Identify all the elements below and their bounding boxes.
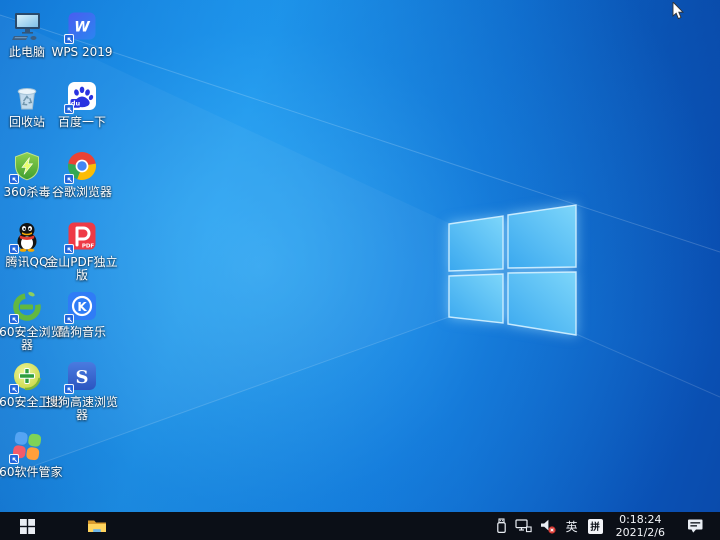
file-explorer-button[interactable] (74, 512, 120, 540)
windows-start-icon (20, 519, 35, 534)
shortcut-arrow-overlay (9, 454, 19, 464)
action-center-button[interactable] (683, 512, 708, 540)
desktop-icon-chrome[interactable]: 谷歌浏览器 (45, 150, 119, 199)
kugou-music-icon: K (66, 290, 98, 322)
desktop-icon-label: 回收站 (9, 116, 45, 129)
desktop-icon-label: 腾讯QQ (6, 256, 49, 269)
usb-device-tray-button[interactable] (492, 512, 511, 540)
desktop-icon-label: 谷歌浏览器 (52, 186, 112, 199)
svg-text:K: K (77, 300, 87, 314)
shortcut-arrow-overlay (9, 174, 19, 184)
desktop-icon-360-manager[interactable]: 360软件管家 (0, 430, 64, 479)
desktop-icon-baidu[interactable]: du 百度一下 (45, 80, 119, 129)
shortcut-arrow-overlay (64, 34, 74, 44)
shortcut-arrow-overlay (64, 314, 74, 324)
file-explorer-icon (87, 518, 107, 534)
recycle-bin-icon (11, 80, 43, 112)
desktop-icon-label: 360软件管家 (0, 466, 62, 479)
shortcut-arrow-overlay (64, 384, 74, 394)
desktop-icon-label: 此电脑 (9, 46, 45, 59)
svg-text:PDF: PDF (82, 244, 95, 250)
action-center-icon (687, 518, 704, 534)
chrome-icon (66, 150, 98, 182)
desktop-surface[interactable]: 此电脑 W WPS 2019 回收站 (0, 0, 720, 512)
wps-2019-icon: W (66, 10, 98, 42)
360-safe-guard-icon (11, 360, 43, 392)
360-antivirus-icon (11, 150, 43, 182)
shortcut-arrow-overlay (64, 174, 74, 184)
network-tray-button[interactable] (511, 512, 536, 540)
shortcut-arrow-overlay (9, 244, 19, 254)
svg-text:S: S (76, 367, 89, 388)
shortcut-arrow-overlay (9, 314, 19, 324)
desktop-icon-label: 搜狗高速浏览器 (45, 396, 119, 422)
desktop-icon-kingsoft-pdf[interactable]: PDF 金山PDF独立版 (45, 220, 119, 282)
desktop-icon-kugou[interactable]: K 酷狗音乐 (45, 290, 119, 339)
desktop-icon-label: WPS 2019 (51, 46, 112, 59)
sogou-browser-icon: S (66, 360, 98, 392)
360-secure-browser-icon (11, 290, 43, 322)
desktop-icon-label: 酷狗音乐 (58, 326, 106, 339)
desktop-icon-label: 百度一下 (58, 116, 106, 129)
shortcut-arrow-overlay (9, 384, 19, 394)
network-icon (515, 519, 532, 533)
volume-muted-icon (540, 519, 557, 534)
desktop-icon-sogou-browser[interactable]: S 搜狗高速浏览器 (45, 360, 119, 422)
usb-device-icon (496, 518, 507, 534)
taskbar-clock[interactable]: 0:18:24 2021/2/6 (608, 513, 673, 539)
taskbar: 英 拼 0:18:24 2021/2/6 (0, 512, 720, 540)
tencent-qq-icon (11, 220, 43, 252)
clock-date: 2021/2/6 (616, 526, 665, 539)
ime-mode-button[interactable]: 拼 (588, 519, 603, 534)
desktop-icon-grid: 此电脑 W WPS 2019 回收站 (0, 0, 720, 512)
baidu-icon: du (66, 80, 98, 112)
screen: 此电脑 W WPS 2019 回收站 (0, 0, 720, 540)
system-tray: 英 拼 0:18:24 2021/2/6 (492, 512, 720, 540)
volume-tray-button[interactable] (536, 512, 561, 540)
desktop-icon-label: 360杀毒 (4, 186, 51, 199)
this-pc-icon (11, 10, 43, 42)
kingsoft-pdf-icon: PDF (66, 220, 98, 252)
shortcut-arrow-overlay (64, 244, 74, 254)
svg-text:W: W (74, 20, 90, 36)
desktop-icon-wps-2019[interactable]: W WPS 2019 (45, 10, 119, 59)
360-software-manager-icon (11, 430, 43, 462)
desktop-icon-label: 金山PDF独立版 (45, 256, 119, 282)
clock-time: 0:18:24 (619, 513, 661, 526)
shortcut-arrow-overlay (64, 104, 74, 114)
start-button[interactable] (4, 512, 50, 540)
ime-language-button[interactable]: 英 (561, 512, 583, 540)
